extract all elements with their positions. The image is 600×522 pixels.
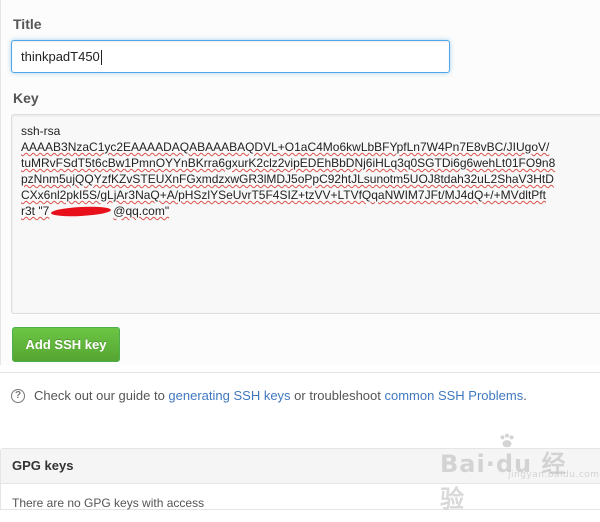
generating-ssh-keys-link[interactable]: generating SSH keys bbox=[168, 388, 290, 403]
help-prefix: Check out our guide to bbox=[34, 388, 169, 403]
help-row: ? Check out our guide to generating SSH … bbox=[0, 372, 600, 417]
text-caret bbox=[100, 50, 102, 66]
add-ssh-key-button[interactable]: Add SSH key bbox=[12, 327, 120, 362]
title-input[interactable]: thinkpadT450 bbox=[11, 40, 450, 73]
key-line-email: r3t "7 @qq.com" bbox=[21, 203, 600, 219]
help-suffix: . bbox=[523, 388, 527, 403]
baidu-watermark: Bai·du 经验 jingyan.baidu.com bbox=[440, 432, 599, 513]
help-text: Check out our guide to generating SSH ke… bbox=[34, 388, 527, 403]
help-middle: or troubleshoot bbox=[290, 388, 385, 403]
watermark-url: jingyan.baidu.com bbox=[508, 470, 600, 480]
title-label: Title bbox=[13, 16, 42, 32]
key-line: tuMRvFSdT5t6cBw1PmnOYYnBKrra6gxurK2clz2v… bbox=[21, 156, 556, 170]
key-line: ssh-rsa bbox=[21, 124, 61, 138]
question-circle-icon: ? bbox=[11, 389, 25, 403]
key-line: AAAAB3NzaC1yc2EAAAADAQABAAABAQDVL+O1aC4M… bbox=[21, 140, 550, 154]
key-line: pzNnm5ujQQYzfKZvSTEUXnFGxmdzxwGR3lMDJ5oP… bbox=[21, 172, 554, 186]
redaction-mark bbox=[49, 205, 113, 218]
new-ssh-key-form: Title thinkpadT450 Key ssh-rsa AAAAB3Nza… bbox=[0, 0, 600, 365]
key-email-prefix: r3t "7 bbox=[21, 204, 50, 218]
key-line: CXx6nl2pkI5S/gLjAr3NaQ+A/pHSzlYSeUvrT5F4… bbox=[21, 188, 546, 202]
common-ssh-problems-link[interactable]: common SSH Problems bbox=[385, 388, 524, 403]
key-label: Key bbox=[13, 90, 39, 106]
key-email-suffix: @qq.com" bbox=[113, 204, 170, 218]
key-textarea[interactable]: ssh-rsa AAAAB3NzaC1yc2EAAAADAQABAAABAQDV… bbox=[11, 114, 600, 314]
title-input-value: thinkpadT450 bbox=[21, 49, 100, 64]
